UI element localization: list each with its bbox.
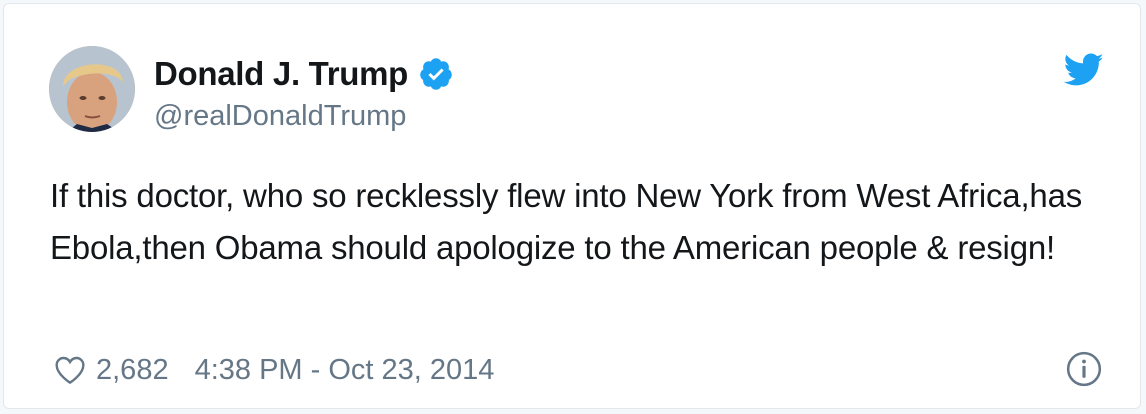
tweet-footer: 2,682 4:38 PM - Oct 23, 2014 <box>54 352 494 388</box>
verified-badge-icon <box>418 56 454 92</box>
avatar[interactable] <box>49 46 135 132</box>
twitter-bird-icon[interactable] <box>1063 53 1104 87</box>
tweet-card: Donald J. Trump @realDonaldTrump If this… <box>3 3 1141 409</box>
tweet-timestamp[interactable]: 4:38 PM - Oct 23, 2014 <box>195 354 495 387</box>
author-handle[interactable]: @realDonaldTrump <box>154 100 406 133</box>
author-row: Donald J. Trump <box>154 54 454 94</box>
like-count[interactable]: 2,682 <box>96 354 169 387</box>
heart-icon[interactable] <box>54 355 86 385</box>
info-icon[interactable] <box>1065 350 1103 388</box>
avatar-image <box>49 46 135 132</box>
tweet-text: If this doctor, who so recklessly flew i… <box>50 177 1083 266</box>
author-name[interactable]: Donald J. Trump <box>154 55 408 93</box>
